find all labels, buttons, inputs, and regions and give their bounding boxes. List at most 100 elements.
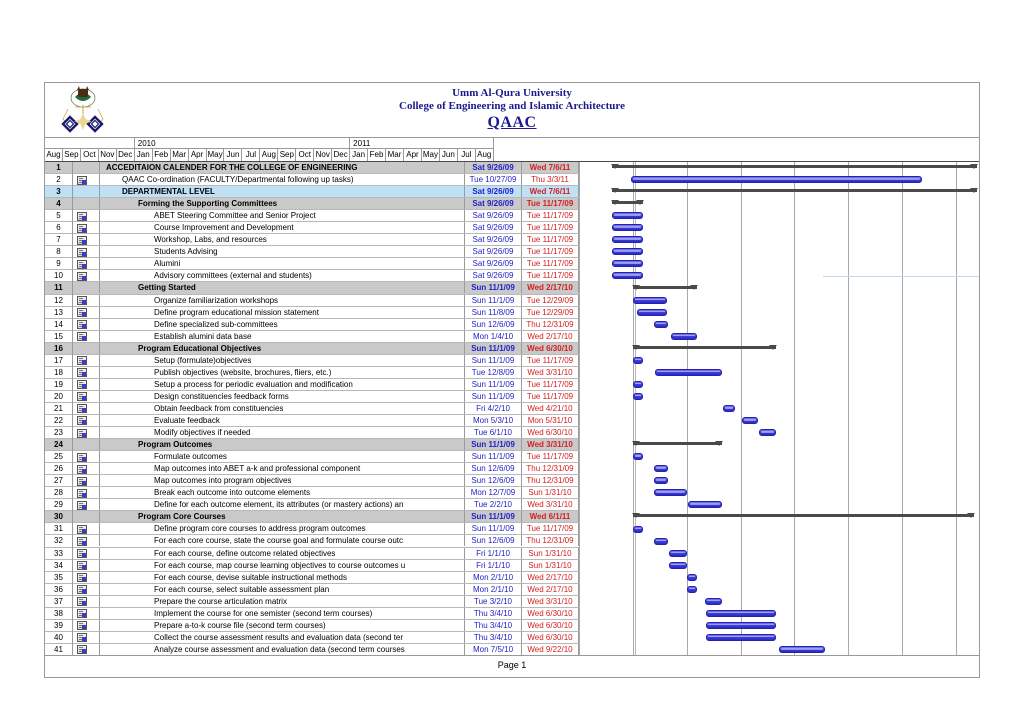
table-row[interactable]: 33 For each course, define outcome relate… <box>45 547 579 560</box>
table-row[interactable]: 19 Setup a process for periodic evaluatio… <box>45 378 579 391</box>
note-icon[interactable] <box>77 356 87 366</box>
timeline-chart[interactable] <box>579 138 979 655</box>
table-row[interactable]: 35 For each course, devise suitable instr… <box>45 571 579 584</box>
gantt-task-bar[interactable] <box>653 537 669 545</box>
table-row[interactable]: 14 Define specialized sub-committees Sun 1… <box>45 318 579 331</box>
table-row[interactable]: 3 DEPARTMENTAL LEVEL Sat 9/26/09 Wed 7/6/11 <box>45 186 579 199</box>
gantt-task-bar[interactable] <box>687 501 723 509</box>
table-row[interactable]: 17 Setup (formulate)objectives Sun 11/1/09… <box>45 354 579 367</box>
table-row[interactable]: 8 Students Advising Sat 9/26/09 Tue 11/17/0… <box>45 246 579 259</box>
table-row[interactable]: 30 Program Core Courses Sun 11/1/09 Wed 6/1… <box>45 511 579 524</box>
table-row[interactable]: 32 For each core course, state the course… <box>45 535 579 548</box>
table-row[interactable]: 26 Map outcomes into ABET a-k and profess… <box>45 463 579 476</box>
note-icon[interactable] <box>77 464 87 474</box>
table-row[interactable]: 36 For each course, select suitable asses… <box>45 583 579 596</box>
gantt-task-bar[interactable] <box>670 332 697 340</box>
note-icon[interactable] <box>77 247 87 257</box>
gantt-task-bar[interactable] <box>653 320 669 328</box>
gantt-task-bar[interactable] <box>668 549 687 557</box>
note-icon[interactable] <box>77 488 87 498</box>
gantt-task-bar[interactable] <box>636 308 667 316</box>
note-icon[interactable] <box>77 175 87 185</box>
gantt-summary-bar[interactable] <box>632 442 723 446</box>
table-row[interactable]: 28 Break each outcome into outcome elemen… <box>45 487 579 500</box>
note-icon[interactable] <box>77 332 87 342</box>
table-row[interactable]: 40 Collect the course assessment results … <box>45 631 579 644</box>
gantt-task-bar[interactable] <box>611 224 643 232</box>
note-icon[interactable] <box>77 296 87 306</box>
table-row[interactable]: 9 Alumini Sat 9/26/09 Tue 11/17/09 <box>45 258 579 271</box>
gantt-task-bar[interactable] <box>654 368 723 376</box>
gantt-task-bar[interactable] <box>632 392 643 400</box>
note-icon[interactable] <box>77 271 87 281</box>
table-row[interactable]: 16 Program Educational Objectives Sun 11/1… <box>45 342 579 355</box>
table-row[interactable]: 2 QAAC Co-ordination (FACULTY/Departmenta… <box>45 174 579 187</box>
table-row[interactable]: 7 Workshop, Labs, and resources Sat 9/26/0… <box>45 234 579 247</box>
gantt-summary-bar[interactable] <box>632 514 974 518</box>
note-icon[interactable] <box>77 621 87 631</box>
gantt-task-bar[interactable] <box>654 489 687 497</box>
note-icon[interactable] <box>77 597 87 607</box>
note-icon[interactable] <box>77 609 87 619</box>
table-row[interactable]: 39 Prepare a-to-k course file (second ter… <box>45 619 579 632</box>
table-row[interactable]: 6 Course Improvement and Development Sat 9… <box>45 222 579 235</box>
note-icon[interactable] <box>77 524 87 534</box>
note-icon[interactable] <box>77 633 87 643</box>
gantt-task-bar[interactable] <box>668 561 687 569</box>
gantt-task-bar[interactable] <box>778 646 825 653</box>
note-icon[interactable] <box>77 549 87 558</box>
note-icon[interactable] <box>77 368 87 378</box>
note-icon[interactable] <box>77 392 87 402</box>
gantt-task-bar[interactable] <box>611 212 643 220</box>
gantt-summary-bar[interactable] <box>611 189 978 193</box>
gantt-summary-bar[interactable] <box>632 345 776 349</box>
gantt-task-bar[interactable] <box>632 356 643 364</box>
table-row[interactable]: 24 Program Outcomes Sun 11/1/09 Wed 3/31/10 <box>45 439 579 452</box>
table-row[interactable]: 34 For each course, map course learning o… <box>45 559 579 572</box>
table-row[interactable]: 27 Map outcomes into program objectives Su… <box>45 475 579 488</box>
gantt-task-bar[interactable] <box>706 621 776 629</box>
note-icon[interactable] <box>77 476 87 486</box>
gantt-task-bar[interactable] <box>632 525 643 533</box>
note-icon[interactable] <box>77 308 87 318</box>
note-icon[interactable] <box>77 573 87 583</box>
gantt-task-bar[interactable] <box>632 296 667 304</box>
table-row[interactable]: 20 Design constituencies feedback forms Su… <box>45 390 579 403</box>
gantt-task-bar[interactable] <box>741 417 759 425</box>
note-icon[interactable] <box>77 428 87 438</box>
gantt-task-bar[interactable] <box>723 405 735 412</box>
note-icon[interactable] <box>77 536 87 546</box>
gantt-task-bar[interactable] <box>611 272 643 280</box>
table-row[interactable]: 38 Implement the course for one semister … <box>45 607 579 620</box>
note-icon[interactable] <box>77 380 87 390</box>
table-row[interactable]: 5 ABET Steering Committee and Senior Proj… <box>45 210 579 223</box>
table-row[interactable]: 29 Define for each outcome element, its a… <box>45 499 579 512</box>
gantt-summary-bar[interactable] <box>632 285 697 289</box>
gantt-task-bar[interactable] <box>705 597 723 605</box>
gantt-task-bar[interactable] <box>653 477 669 485</box>
gantt-task-bar[interactable] <box>630 176 922 184</box>
note-icon[interactable] <box>77 585 87 595</box>
gantt-task-bar[interactable] <box>706 609 776 617</box>
note-icon[interactable] <box>77 500 87 510</box>
gantt-summary-bar[interactable] <box>611 165 978 168</box>
gantt-task-bar[interactable] <box>687 585 697 593</box>
table-row[interactable]: 37 Prepare the course articulation matrix… <box>45 595 579 608</box>
note-icon[interactable] <box>77 211 87 221</box>
table-row[interactable]: 22 Evaluate feedback Mon 5/3/10 Mon 5/31/10 <box>45 414 579 428</box>
note-icon[interactable] <box>77 452 87 462</box>
table-row[interactable]: 23 Modify objectives if needed Tue 6/1/10 W… <box>45 427 579 440</box>
table-row[interactable]: 15 Establish alumini data base Mon 1/4/10 W… <box>45 330 579 343</box>
table-row[interactable]: 4 Forming the Supporting Committees Sat 9/… <box>45 198 579 211</box>
note-icon[interactable] <box>77 416 87 426</box>
table-row[interactable]: 21 Obtain feedback from constituencies Fri… <box>45 402 579 415</box>
gantt-task-bar[interactable] <box>706 633 776 641</box>
gantt-task-bar[interactable] <box>611 248 643 256</box>
table-row[interactable]: 10 Advisory committees (external and stud… <box>45 270 579 283</box>
gantt-task-bar[interactable] <box>687 573 697 581</box>
note-icon[interactable] <box>77 404 87 414</box>
gantt-task-bar[interactable] <box>632 380 643 388</box>
table-row[interactable]: 1 ACCEDITAION CALENDER FOR THE COLLEGE OF… <box>45 162 579 175</box>
gantt-task-bar[interactable] <box>653 465 669 473</box>
table-row[interactable]: 12 Organize familiarization workshops Sun … <box>45 294 579 307</box>
